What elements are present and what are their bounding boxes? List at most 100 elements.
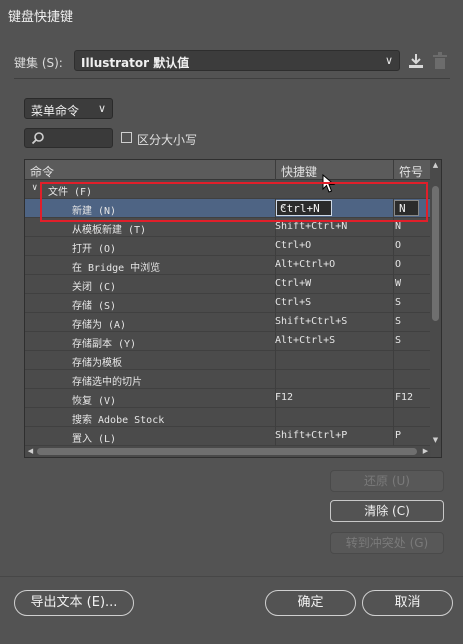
table-row[interactable]: 置入 (L) Shift+Ctrl+P P (25, 427, 431, 446)
command-cell: 新建 (N) (72, 206, 117, 217)
vertical-scrollbar[interactable]: ▲ ▼ (430, 160, 441, 446)
keyset-dropdown[interactable]: Illustrator 默认值 ∨ (74, 50, 400, 71)
command-cell: 关闭 (C) (72, 282, 117, 293)
cell-divider (393, 408, 394, 427)
case-sensitive-label: 区分大小写 (137, 133, 198, 147)
group-label: 文件 (F) (48, 187, 93, 198)
shortcut-cell[interactable]: Alt+Ctrl+O (275, 259, 335, 270)
scroll-right-icon[interactable]: ▶ (421, 447, 430, 456)
shortcut-cell[interactable]: Ctrl+W (275, 278, 311, 289)
cell-divider (275, 408, 276, 427)
cell-divider (275, 351, 276, 370)
table-row[interactable]: 存储选中的切片 (25, 370, 431, 389)
cell-divider (393, 389, 394, 408)
command-cell: 置入 (L) (72, 434, 117, 445)
shortcut-cell[interactable]: Ctrl+S (275, 297, 311, 308)
shortcut-edit-field[interactable]: Ctrl+N × (276, 200, 332, 216)
cell-divider (393, 427, 394, 446)
search-input[interactable] (24, 128, 113, 148)
clear-shortcut-icon[interactable]: × (280, 202, 329, 213)
search-icon (31, 132, 44, 145)
ok-button[interactable]: 确定 (265, 590, 356, 616)
shortcut-cell[interactable]: F12 (275, 392, 293, 403)
symbol-cell[interactable]: W (395, 278, 401, 289)
scroll-left-icon[interactable]: ◀ (26, 447, 35, 456)
symbol-cell[interactable]: S (395, 316, 401, 327)
cell-divider (393, 370, 394, 389)
chevron-down-icon: ∨ (97, 102, 106, 115)
divider (0, 576, 463, 577)
command-cell: 存储 (S) (72, 301, 117, 312)
keyset-label: 键集 (S): (14, 56, 63, 70)
symbol-cell[interactable]: P (395, 430, 401, 441)
command-cell: 存储为模板 (72, 358, 122, 369)
cell-divider (393, 294, 394, 313)
mouse-cursor-icon (322, 174, 336, 193)
scroll-down-icon[interactable]: ▼ (431, 436, 440, 445)
symbol-edit-field[interactable]: N (394, 200, 419, 216)
cell-divider (393, 218, 394, 237)
symbol-cell[interactable]: S (395, 297, 401, 308)
table-row[interactable]: 存储副本 (Y) Alt+Ctrl+S S (25, 332, 431, 351)
column-divider[interactable] (275, 160, 276, 180)
table-header: 命令 快捷键 符号 (25, 160, 431, 180)
table-row[interactable]: 新建 (N) Ctrl+N × N (25, 199, 431, 218)
table-row[interactable]: 打开 (O) Ctrl+O O (25, 237, 431, 256)
command-cell: 存储选中的切片 (72, 377, 142, 388)
symbol-cell[interactable]: O (395, 259, 401, 270)
keyset-value: Illustrator 默认值 (81, 56, 190, 70)
clear-button[interactable]: 清除 (C) (330, 500, 444, 522)
shortcut-cell[interactable]: Shift+Ctrl+P (275, 430, 347, 441)
category-dropdown[interactable]: 菜单命令 ∨ (24, 98, 113, 119)
cell-divider (275, 370, 276, 389)
table-row[interactable]: 存储 (S) Ctrl+S S (25, 294, 431, 313)
shortcuts-table: 命令 快捷键 符号 ∨ 文件 (F) 新建 (N) Ctrl+N × N 从模板新建 (… (24, 159, 442, 458)
symbol-cell[interactable]: N (395, 221, 401, 232)
trash-icon[interactable] (432, 52, 448, 70)
cell-divider (393, 332, 394, 351)
undo-button[interactable]: 还原 (U) (330, 470, 444, 492)
group-row-file[interactable]: ∨ 文件 (F) (25, 180, 431, 199)
cell-divider (393, 275, 394, 294)
command-cell: 搜索 Adobe Stock (72, 415, 165, 426)
table-row[interactable]: 恢复 (V) F12 F12 (25, 389, 431, 408)
table-body: ∨ 文件 (F) 新建 (N) Ctrl+N × N 从模板新建 (T) Shift+Ct… (25, 180, 431, 446)
cell-divider (393, 313, 394, 332)
save-keyset-icon[interactable] (407, 52, 425, 70)
collapse-toggle-icon[interactable]: ∨ (32, 183, 37, 193)
window-title: 键盘快捷键 (8, 10, 74, 25)
scroll-up-icon[interactable]: ▲ (431, 161, 440, 170)
symbol-cell[interactable]: F12 (395, 392, 413, 403)
table-row[interactable]: 从模板新建 (T) Shift+Ctrl+N N (25, 218, 431, 237)
shortcut-cell[interactable]: Shift+Ctrl+N (275, 221, 347, 232)
case-sensitive-checkbox[interactable] (121, 132, 132, 143)
symbol-cell[interactable]: S (395, 335, 401, 346)
table-row[interactable]: 在 Bridge 中浏览 Alt+Ctrl+O O (25, 256, 431, 275)
table-row[interactable]: 关闭 (C) Ctrl+W W (25, 275, 431, 294)
chevron-down-icon: ∨ (384, 54, 393, 67)
cell-divider (393, 256, 394, 275)
table-row[interactable]: 存储为 (A) Shift+Ctrl+S S (25, 313, 431, 332)
shortcut-cell[interactable]: Alt+Ctrl+S (275, 335, 335, 346)
table-row[interactable]: 存储为模板 (25, 351, 431, 370)
column-header-command[interactable]: 命令 (30, 163, 54, 180)
column-header-shortcut[interactable]: 快捷键 (281, 163, 317, 180)
cell-divider (393, 237, 394, 256)
shortcut-cell[interactable]: Ctrl+O (275, 240, 311, 251)
command-cell: 存储为 (A) (72, 320, 127, 331)
divider (14, 78, 450, 79)
title-bar: 键盘快捷键 (0, 0, 463, 30)
export-text-button[interactable]: 导出文本 (E)... (14, 590, 134, 616)
goto-conflict-button[interactable]: 转到冲突处 (G) (330, 532, 444, 554)
symbol-edit-value: N (399, 202, 406, 215)
shortcut-cell[interactable]: Shift+Ctrl+S (275, 316, 347, 327)
table-row[interactable]: 搜索 Adobe Stock (25, 408, 431, 427)
cancel-button[interactable]: 取消 (362, 590, 453, 616)
column-header-symbol[interactable]: 符号 (399, 163, 423, 180)
scroll-thumb[interactable] (37, 448, 417, 455)
scroll-thumb[interactable] (432, 186, 439, 321)
horizontal-scrollbar[interactable]: ◀ ▶ (25, 446, 431, 457)
command-cell: 在 Bridge 中浏览 (72, 263, 161, 274)
column-divider[interactable] (393, 160, 394, 180)
symbol-cell[interactable]: O (395, 240, 401, 251)
